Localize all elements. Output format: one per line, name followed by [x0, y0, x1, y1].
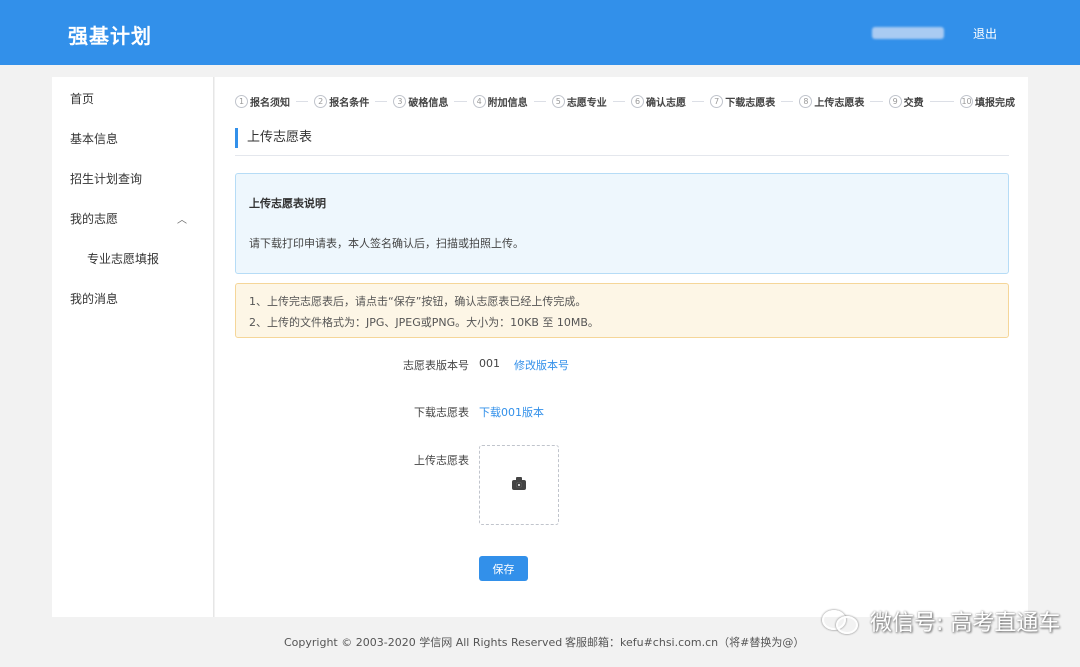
user-name-blurred	[872, 27, 944, 39]
step-label: 上传志愿表	[814, 97, 865, 109]
sidebar-item-basic-info[interactable]: 基本信息	[70, 130, 118, 147]
step-label: 确认志愿	[646, 97, 687, 109]
step-number: 5	[551, 94, 565, 108]
step-number: 9	[888, 94, 902, 108]
version-value: 001	[479, 357, 500, 370]
step-connector	[870, 100, 883, 102]
step-3: 3 破格信息	[393, 94, 448, 109]
sidebar-item-enrollment-plan[interactable]: 招生计划查询	[70, 170, 142, 187]
sidebar-item-home[interactable]: 首页	[70, 90, 94, 107]
step-label: 报名条件	[329, 97, 370, 109]
watermark-text: 微信号: 高考直通车	[870, 611, 1061, 636]
step-connector	[781, 100, 794, 102]
service-email-text: 客服邮箱：kefu#chsi.com.cn（将#替换为@）	[565, 636, 805, 649]
wechat-watermark: 微信号: 高考直通车	[822, 603, 1060, 639]
save-button[interactable]: 保存	[479, 556, 528, 581]
chevron-up-icon[interactable]: ︿	[177, 211, 187, 226]
step-number: 6	[631, 94, 645, 108]
main-panel: 1 报名须知 2 报名条件 3 破格信息 4 附加信息 5 志愿专业 6 确认志愿 7 下载志…	[215, 77, 1028, 617]
step-connector	[612, 100, 626, 102]
wechat-icon	[822, 606, 864, 636]
sidebar: 首页 基本信息 招生计划查询 我的志愿 ︿ 专业志愿填报 我的消息	[52, 77, 214, 617]
info-title: 上传志愿表说明	[249, 197, 326, 210]
copyright-text: Copyright © 2003-2020 学信网 All Rights Res…	[284, 636, 563, 649]
notice-line-2: 2、上传的文件格式为：JPG、JPEG或PNG。大小为：10KB 至 10MB。	[249, 316, 599, 329]
step-8: 8 上传志愿表	[799, 94, 864, 109]
logout-link[interactable]: 退出	[973, 25, 997, 42]
step-number: 1	[235, 94, 248, 108]
info-box: 上传志愿表说明 请下载打印申请表，本人签名确认后，扫描或拍照上传。	[235, 173, 1009, 274]
step-connector	[296, 100, 309, 102]
step-label: 下载志愿表	[725, 97, 776, 109]
step-10: 10 填报完成	[960, 94, 1015, 109]
step-connector	[454, 100, 467, 102]
step-7: 7 下载志愿表	[710, 94, 775, 109]
sidebar-item-major-application[interactable]: 专业志愿填报	[87, 250, 159, 267]
sidebar-item-messages[interactable]: 我的消息	[70, 290, 118, 307]
step-number: 4	[472, 94, 486, 108]
step-9: 9 交费	[888, 94, 924, 109]
step-number: 10	[960, 94, 974, 108]
step-label: 破格信息	[408, 97, 449, 109]
modify-version-link[interactable]: 修改版本号	[514, 357, 569, 373]
download-link[interactable]: 下载001版本	[479, 404, 544, 420]
upload-label: 上传志愿表	[414, 454, 469, 467]
step-2: 2 报名条件	[314, 94, 369, 109]
upload-area[interactable]	[479, 445, 559, 525]
step-6: 6 确认志愿	[631, 94, 686, 109]
divider	[235, 155, 1009, 156]
step-5: 5 志愿专业	[551, 94, 607, 109]
step-number: 2	[314, 94, 328, 108]
step-connector	[533, 100, 546, 102]
camera-icon	[512, 477, 526, 490]
step-1: 1 报名须知	[235, 94, 290, 109]
step-connector	[692, 100, 705, 102]
step-4: 4 附加信息	[472, 94, 528, 109]
step-number: 7	[710, 94, 724, 108]
info-text: 请下载打印申请表，本人签名确认后，扫描或拍照上传。	[249, 237, 524, 250]
sidebar-item-my-applications[interactable]: 我的志愿	[70, 210, 118, 227]
step-label: 报名须知	[250, 97, 290, 109]
step-connector	[375, 100, 388, 102]
step-label: 填报完成	[975, 97, 1016, 109]
progress-steps: 1 报名须知 2 报名条件 3 破格信息 4 附加信息 5 志愿专业 6 确认志愿 7 下载志…	[235, 93, 1015, 109]
step-number: 3	[393, 94, 407, 108]
step-label: 志愿专业	[566, 97, 607, 109]
step-label: 附加信息	[487, 97, 528, 109]
step-number: 8	[799, 94, 813, 108]
step-label: 交费	[903, 97, 924, 109]
download-label: 下载志愿表	[414, 406, 469, 419]
notice-box: 1、上传完志愿表后，请点击“保存”按钮，确认志愿表已经上传完成。 2、上传的文件…	[235, 283, 1009, 338]
section-title: 上传志愿表	[235, 128, 312, 148]
top-bar: 强基计划 退出	[0, 0, 1080, 65]
version-label: 志愿表版本号	[403, 359, 469, 372]
step-connector	[929, 100, 955, 102]
brand-title: 强基计划	[68, 24, 152, 48]
notice-line-1: 1、上传完志愿表后，请点击“保存”按钮，确认志愿表已经上传完成。	[249, 295, 587, 308]
